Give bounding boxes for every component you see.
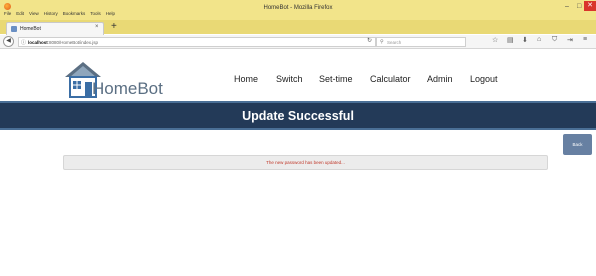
page-title: Update Successful (242, 109, 354, 123)
home-icon[interactable]: ⌂ (537, 36, 541, 43)
site-header: HomeBot Home Switch Set-time Calculator … (0, 50, 596, 101)
nav-calculator[interactable]: Calculator (370, 74, 411, 84)
window-title: HomeBot - Mozilla Firefox (263, 5, 333, 11)
menu-history[interactable]: History (44, 11, 58, 16)
maximize-button[interactable]: □ (577, 3, 581, 10)
pocket-icon[interactable]: ⛉ (552, 36, 557, 44)
hamburger-menu-icon[interactable]: ≡ (583, 36, 587, 43)
reading-list-icon[interactable]: ▤ (507, 36, 514, 44)
menu-view[interactable]: View (29, 11, 39, 16)
menu-edit[interactable]: Edit (16, 11, 24, 16)
extension-icon[interactable]: ⇥ (567, 36, 573, 44)
status-message-box: The new password has been updated... (63, 155, 548, 170)
close-window-button[interactable]: ✕ (584, 1, 596, 11)
url-host: localhost (28, 39, 48, 45)
nav-home[interactable]: Home (234, 74, 258, 84)
tab-homebot[interactable]: HomeBot × (6, 22, 104, 35)
page-banner: Update Successful (0, 101, 596, 130)
status-message: The new password has been updated... (266, 160, 345, 165)
minimize-button[interactable]: – (565, 3, 569, 10)
search-input[interactable]: ⚲ Search (376, 37, 466, 47)
menu-tools[interactable]: Tools (90, 11, 101, 16)
logo-text[interactable]: HomeBot (92, 79, 163, 99)
tab-close-icon[interactable]: × (95, 24, 99, 30)
downloads-icon[interactable]: ⬇ (522, 36, 528, 44)
menu-help[interactable]: Help (106, 11, 115, 16)
reload-icon[interactable]: ↻ (367, 37, 372, 44)
tab-label: HomeBot (20, 26, 41, 32)
url-bar[interactable]: ⓘ localhost:8080/HomeBot/index.jsp (18, 37, 376, 47)
browser-back-button[interactable]: ◀ (3, 36, 14, 47)
bookmark-star-icon[interactable]: ☆ (492, 36, 498, 44)
site-info-icon[interactable]: ⓘ (21, 39, 26, 46)
url-text: localhost:8080/HomeBot/index.jsp (28, 40, 98, 45)
browser-menubar: File Edit View History Bookmarks Tools H… (4, 11, 115, 16)
nav-set-time[interactable]: Set-time (319, 74, 353, 84)
search-icon: ⚲ (380, 39, 384, 45)
back-button[interactable]: Back (563, 134, 592, 155)
menu-file[interactable]: File (4, 11, 11, 16)
new-tab-button[interactable]: + (111, 21, 117, 32)
browser-titlebar: File Edit View History Bookmarks Tools H… (0, 0, 596, 20)
nav-switch[interactable]: Switch (276, 74, 303, 84)
nav-admin[interactable]: Admin (427, 74, 453, 84)
homebot-favicon-icon (11, 26, 17, 32)
url-path: :8080/HomeBot/index.jsp (47, 39, 99, 45)
search-placeholder: Search (387, 39, 402, 45)
nav-logout[interactable]: Logout (470, 74, 498, 84)
menu-bookmarks[interactable]: Bookmarks (63, 11, 86, 16)
